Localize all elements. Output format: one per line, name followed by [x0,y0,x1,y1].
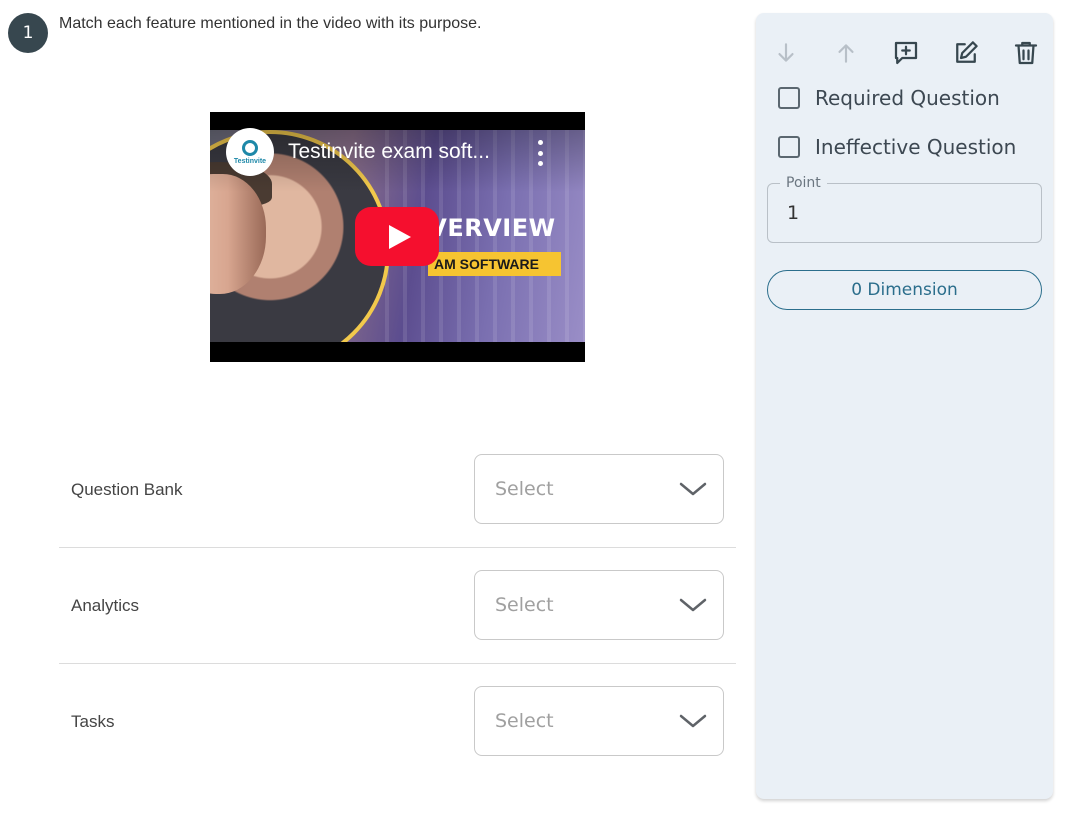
channel-avatar[interactable]: Testinvite [226,128,274,176]
match-row: Tasks Select [59,664,736,780]
point-input-value[interactable]: 1 [787,202,799,224]
question-toolbar [756,35,1053,75]
point-label: Point [780,175,827,191]
channel-name: Testinvite [233,157,267,165]
select-placeholder: Select [495,478,554,500]
ineffective-question-checkbox[interactable] [778,136,800,158]
match-select-question-bank[interactable]: Select [474,454,724,524]
dimension-button[interactable]: 0 Dimension [767,270,1042,310]
question-number-badge: 1 [8,13,48,53]
match-label-tasks: Tasks [71,712,115,731]
ineffective-question-label: Ineffective Question [815,135,1017,159]
match-select-analytics[interactable]: Select [474,570,724,640]
select-placeholder: Select [495,710,554,732]
match-label-analytics: Analytics [71,595,140,615]
question-text: Match each feature mentioned in the vide… [59,15,482,32]
play-icon [388,224,411,249]
arrow-up-icon[interactable] [828,35,864,71]
required-question-toggle[interactable]: Required Question [778,83,1000,113]
play-button[interactable] [355,207,439,266]
point-field[interactable]: Point 1 [767,175,1042,243]
required-question-checkbox[interactable] [778,87,800,109]
question-settings-panel: Required Question Ineffective Question P… [756,13,1053,799]
arrow-down-icon[interactable] [768,35,804,71]
delete-icon[interactable] [1008,35,1044,71]
match-row: Question Bank Select [59,432,736,548]
match-row: Analytics Select [59,548,736,664]
chevron-down-icon [679,713,707,729]
required-question-label: Required Question [815,86,1000,110]
ineffective-question-toggle[interactable]: Ineffective Question [778,132,1016,162]
match-label-question-bank: Question Bank [71,479,183,499]
testinvite-logo-icon [242,139,258,156]
match-select-tasks[interactable]: Select [474,686,724,756]
thumbnail-tag: AM SOFTWARE [428,252,561,276]
select-placeholder: Select [495,594,554,616]
chevron-down-icon [679,597,707,613]
more-vert-icon[interactable] [530,140,550,166]
video-embed[interactable]: OVERVIEW AM SOFTWARE Testinvite Testinvi… [210,112,585,362]
video-title[interactable]: Testinvite exam soft... [288,140,490,164]
edit-icon[interactable] [948,35,984,71]
add-comment-icon[interactable] [888,35,924,71]
chevron-down-icon [679,481,707,497]
